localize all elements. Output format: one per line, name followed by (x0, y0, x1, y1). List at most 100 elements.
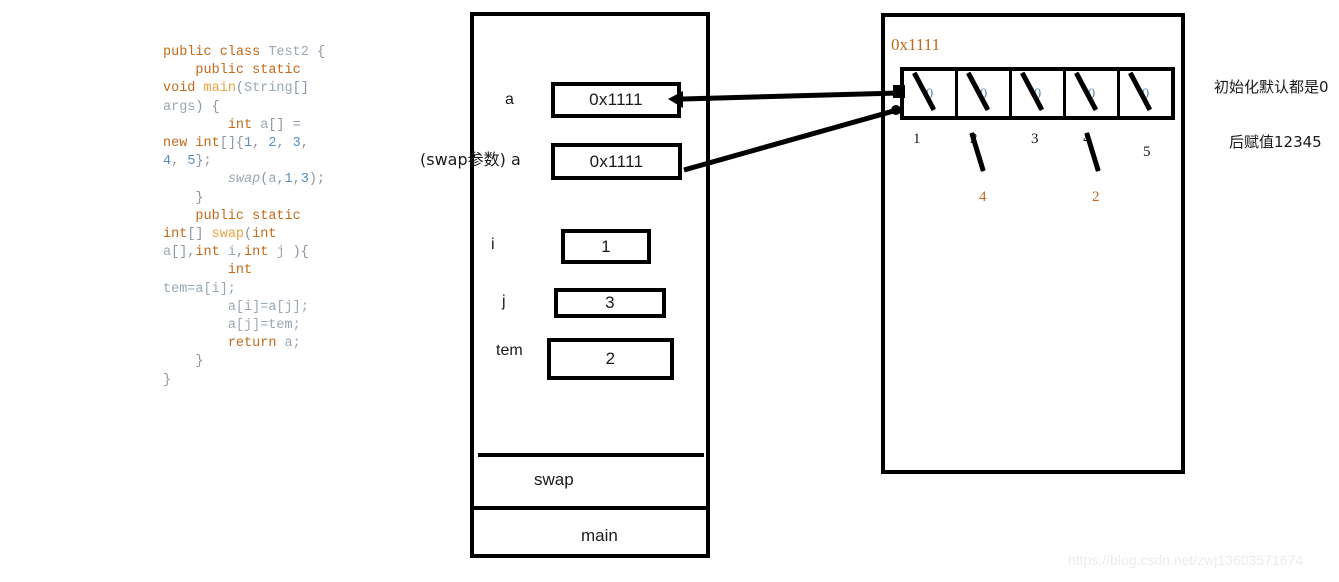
code-token: ( (235, 81, 245, 97)
array-assigned-value: 1 (913, 131, 921, 147)
stack-var-box-tem: 2 (547, 338, 674, 380)
code-line: } (163, 353, 333, 371)
code-token: ) { (195, 99, 220, 115)
code-token: , (300, 136, 309, 152)
code-token: ); (308, 172, 326, 188)
code-line: public static (163, 208, 333, 226)
stack-var-box-a: 0x1111 (551, 82, 681, 118)
code-token: Test2 (268, 45, 309, 60)
array-cell: 0 (1120, 71, 1171, 116)
code-line: a[j]=tem; (163, 317, 333, 335)
code-token: , (252, 136, 269, 152)
array-assigned-value: 3 (1031, 131, 1039, 147)
code-token: }; (195, 154, 212, 170)
code-line: swap(a,1,3); (163, 171, 333, 189)
note-assignment: 后赋值12345 (1229, 133, 1322, 151)
code-token: 3 (300, 172, 309, 188)
heap-array-box: 0 0 0 0 0 (900, 67, 1175, 120)
code-token: swap (211, 227, 245, 243)
code-line: a[i]=a[j]; (163, 299, 333, 317)
code-line: int (163, 262, 333, 280)
code-token: int (163, 117, 261, 133)
code-token: args (163, 99, 196, 115)
code-token: new int (163, 136, 220, 152)
code-token: a; (284, 336, 301, 352)
code-token: public static (163, 63, 301, 79)
code-line: public class Test2 { (163, 44, 333, 62)
array-cell: 0 (904, 71, 958, 116)
code-token: } (163, 372, 172, 388)
stack-frame-label-swap: swap (534, 470, 574, 489)
code-token: return (163, 336, 285, 352)
code-token: 1 (284, 172, 293, 188)
code-token: main (203, 81, 236, 97)
code-token: ){ (292, 245, 309, 261)
java-source-code: public class Test2 { public static void m… (163, 44, 333, 390)
array-replacement-value: 2 (1092, 189, 1100, 205)
stack-var-box-j: 3 (554, 288, 666, 318)
code-line: a[],int i,int j ){ (163, 244, 333, 262)
code-token: swap (227, 172, 261, 188)
code-token: 4 (163, 154, 172, 170)
stack-var-label-swap-a: (swap参数) a (420, 150, 521, 169)
stack-frame-label-main: main (581, 526, 618, 545)
array-replacement-value: 4 (979, 189, 987, 205)
note-initialization: 初始化默认都是0 (1214, 78, 1329, 96)
code-token: int (252, 227, 277, 243)
code-token: 3 (292, 136, 301, 152)
code-token: [] (187, 227, 212, 243)
heap-address-label: 0x1111 (891, 35, 941, 54)
code-token: a (163, 245, 172, 261)
watermark-text: https://blog.csdn.net/zwj13603571674 (1068, 552, 1304, 568)
code-line: } (163, 372, 333, 390)
code-token: int (195, 245, 228, 261)
code-token: void (163, 81, 204, 97)
stack-frame-divider-bottom (474, 506, 708, 510)
code-line: } (163, 190, 333, 208)
code-token: i (227, 245, 236, 261)
stack-var-label-j: j (502, 293, 506, 310)
code-token: a[i]=a[j]; (163, 299, 309, 315)
code-line: args) { (163, 99, 333, 117)
code-token: } (163, 190, 204, 206)
stack-var-box-i: 1 (561, 229, 651, 264)
code-token: public static (163, 208, 301, 224)
stack-var-label-a: a (505, 91, 514, 108)
code-token: j (276, 245, 293, 261)
code-token: public class (163, 45, 269, 60)
code-line: int a[] = (163, 117, 333, 135)
code-token: [] (219, 136, 236, 152)
code-token: [] (268, 117, 293, 133)
code-token: tem=a[i]; (163, 281, 236, 297)
code-line: int[] swap(int (163, 226, 333, 244)
code-token: , (292, 172, 301, 188)
code-token: } (163, 354, 204, 370)
code-token: 1 (244, 136, 253, 152)
array-assigned-value: 5 (1143, 144, 1151, 160)
stack-var-label-tem: tem (496, 342, 523, 359)
stack-var-box-swap-a: 0x1111 (551, 143, 682, 180)
code-token: ( (244, 227, 253, 243)
code-token: int (163, 227, 188, 243)
code-token: , (235, 245, 245, 261)
stack-var-label-i: i (491, 236, 495, 253)
code-token: , (276, 172, 285, 188)
code-line: public static (163, 62, 333, 80)
code-token: = (292, 117, 301, 133)
code-token: , (171, 154, 188, 170)
code-line: tem=a[i]; (163, 281, 333, 299)
code-line: return a; (163, 335, 333, 353)
array-cell: 0 (1066, 71, 1120, 116)
code-token: int (163, 263, 253, 279)
code-token: { (235, 136, 245, 152)
code-line: void main(String[] (163, 80, 333, 98)
code-line: new int[]{1, 2, 3, (163, 135, 333, 153)
code-token: int (244, 245, 277, 261)
code-line: 4, 5}; (163, 153, 333, 171)
code-token: a[j]=tem; (163, 318, 301, 334)
code-token: , (276, 136, 293, 152)
code-token: [], (171, 245, 196, 261)
diagram-canvas: public class Test2 { public static void m… (0, 0, 1339, 582)
array-cell: 0 (958, 71, 1012, 116)
